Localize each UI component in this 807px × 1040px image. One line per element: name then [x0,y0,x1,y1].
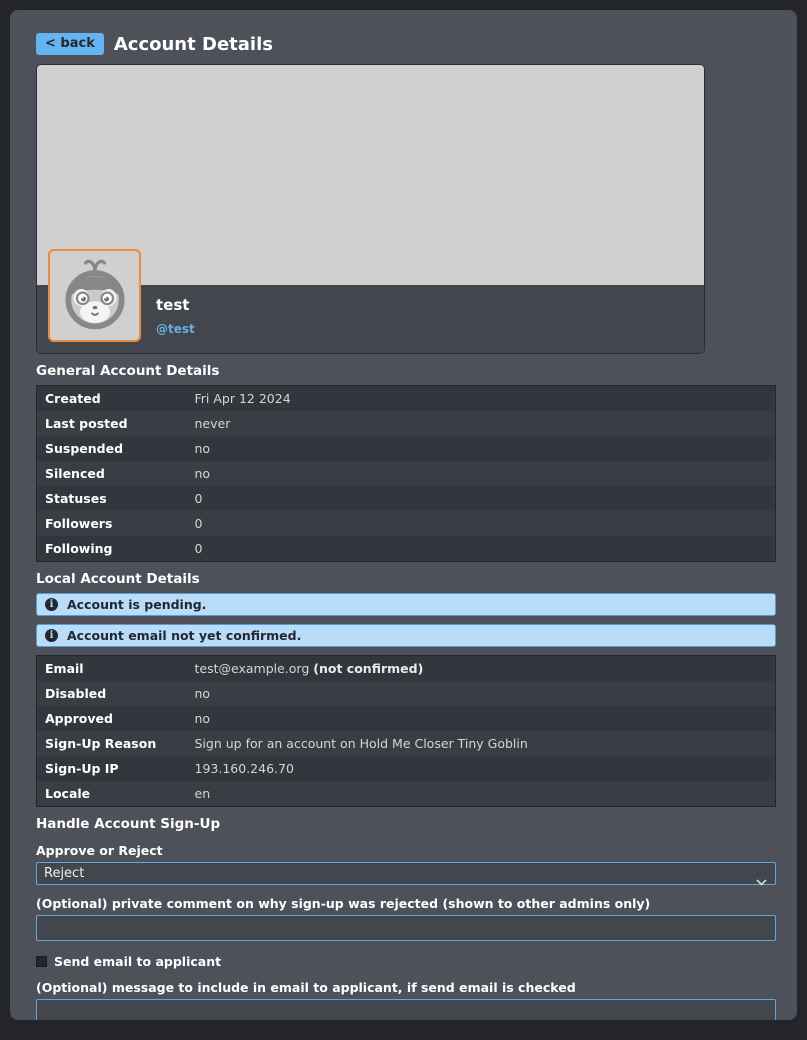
table-row: Statuses0 [37,486,776,511]
email-message-label: (Optional) message to include in email t… [36,980,776,995]
row-label: Silenced [37,461,187,486]
row-label: Statuses [37,486,187,511]
info-banner: i Account is pending. [36,593,776,616]
table-row: Followers0 [37,511,776,536]
row-label: Sign-Up Reason [37,731,187,756]
table-row: Following0 [37,536,776,562]
approve-reject-select[interactable]: Reject [36,862,776,885]
account-handle[interactable]: @test [156,322,704,336]
approve-reject-select-wrap: Reject [36,862,776,885]
row-label: Followers [37,511,187,536]
notice-text: Account email not yet confirmed. [67,628,301,643]
page-title: Account Details [114,34,273,55]
row-value: never [187,411,776,436]
row-label: Following [37,536,187,562]
table-row: CreatedFri Apr 12 2024 [37,386,776,412]
row-value: Sign up for an account on Hold Me Closer… [187,731,776,756]
row-value: 0 [187,486,776,511]
table-row: Suspendedno [37,436,776,461]
handle-signup-heading: Handle Account Sign-Up [36,816,776,832]
back-button[interactable]: < back [36,33,104,55]
info-icon: i [45,629,58,642]
sloth-mascot-icon [59,258,131,334]
row-value: 0 [187,536,776,562]
notice-text: Account is pending. [67,597,206,612]
local-details-table: Emailtest@example.org (not confirmed)Dis… [36,655,776,807]
row-value: no [187,461,776,486]
private-comment-label: (Optional) private comment on why sign-u… [36,896,776,911]
display-name: test [156,296,704,314]
row-label: Approved [37,706,187,731]
row-label: Email [37,656,187,682]
row-value: no [187,681,776,706]
row-value: Fri Apr 12 2024 [187,386,776,412]
row-value: en [187,781,776,807]
title-row: < back Account Details [36,33,776,55]
notice-list: i Account is pending. i Account email not y… [36,593,776,647]
row-value: test@example.org (not confirmed) [187,656,776,682]
table-row: Localeen [37,781,776,807]
row-label: Last posted [37,411,187,436]
row-value: no [187,436,776,461]
private-comment-input[interactable] [36,915,776,941]
send-email-label: Send email to applicant [54,954,221,969]
table-row: Silencedno [37,461,776,486]
row-value: no [187,706,776,731]
send-email-checkbox[interactable] [36,956,47,967]
table-row: Approvedno [37,706,776,731]
row-label: Suspended [37,436,187,461]
email-message-input[interactable] [36,999,776,1020]
local-details-heading: Local Account Details [36,571,776,587]
table-row: Last postednever [37,411,776,436]
info-icon: i [45,598,58,611]
send-email-row: Send email to applicant [36,954,776,969]
row-label: Disabled [37,681,187,706]
row-label: Sign-Up IP [37,756,187,781]
table-row: Disabledno [37,681,776,706]
row-label: Locale [37,781,187,807]
avatar [48,249,141,342]
general-details-table: CreatedFri Apr 12 2024Last postedneverSu… [36,385,776,562]
account-details-panel: < back Account Details [10,10,797,1020]
row-value: 193.160.246.70 [187,756,776,781]
approve-reject-label: Approve or Reject [36,843,776,858]
general-details-heading: General Account Details [36,363,776,379]
row-value: 0 [187,511,776,536]
info-banner: i Account email not yet confirmed. [36,624,776,647]
table-row: Emailtest@example.org (not confirmed) [37,656,776,682]
table-row: Sign-Up ReasonSign up for an account on … [37,731,776,756]
row-label: Created [37,386,187,412]
table-row: Sign-Up IP193.160.246.70 [37,756,776,781]
profile-card: test @test [36,64,705,354]
profile-card-body: test @test [37,285,704,353]
